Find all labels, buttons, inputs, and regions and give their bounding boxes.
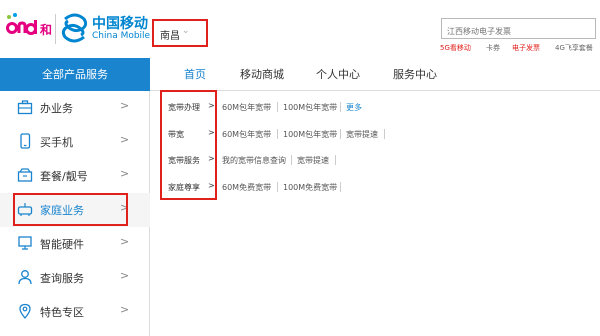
menu-link[interactable]: 60M包年宽带 (222, 102, 271, 113)
tab-mobile-mall[interactable]: 移动商城 (240, 58, 284, 91)
user-search-icon (18, 270, 32, 285)
menu-link[interactable]: 100M包年宽带 (283, 102, 337, 113)
chevron-right-icon: > (120, 235, 130, 248)
chevron-right-icon: > (120, 99, 130, 112)
menu-link[interactable]: 宽带提速 (346, 129, 378, 140)
hotword-link[interactable]: 5G看移动 (440, 43, 471, 53)
package-icon (17, 168, 33, 182)
hotword-link[interactable]: 卡券 (486, 43, 500, 53)
site-header: 和 中国移动 China Mobile 南昌 ⌄ 5G看移动 卡券 电子发票 4… (0, 0, 600, 58)
main-nav: 全部产品服务 首页 移动商城 个人中心 服务中心 (0, 58, 600, 91)
chevron-right-icon: > (120, 133, 130, 146)
link-divider (340, 102, 341, 112)
sidebar-item-buy-phone[interactable]: 买手机 > (0, 125, 150, 159)
tab-service-center[interactable]: 服务中心 (393, 58, 437, 91)
logo-english-text: China Mobile (92, 31, 151, 41)
menu-link[interactable]: 宽带提速 (297, 155, 329, 166)
china-mobile-logo-icon (61, 13, 88, 43)
china-mobile-logo[interactable]: 中国移动 China Mobile (60, 10, 150, 46)
chevron-down-icon: ⌄ (182, 26, 190, 36)
sidebar-item-query-service[interactable]: 查询服务 > (0, 261, 150, 295)
more-link[interactable]: 更多 (346, 102, 362, 113)
tab-home[interactable]: 首页 (184, 58, 206, 91)
menu-row-broadband-apply: 宽带办理 > 60M包年宽带 100M包年宽带 更多 (160, 97, 590, 117)
menu-link[interactable]: 60M包年宽带 (222, 129, 271, 140)
sidebar-item-smart-hardware[interactable]: 智能硬件 > (0, 227, 150, 261)
menu-link[interactable]: 100M免费宽带 (283, 182, 337, 193)
link-divider (384, 129, 385, 139)
logo-divider (55, 14, 56, 44)
menu-row-family-exclusive: 家庭尊享 > 60M免费宽带 100M免费宽带 (160, 177, 590, 197)
sidebar-item-business[interactable]: 办业务 > (0, 91, 150, 125)
highlight-box-family-business (13, 193, 128, 226)
city-label: 南昌 (160, 31, 180, 42)
sidebar-item-label: 买手机 (40, 136, 73, 149)
menu-link[interactable]: 我的宽带信息查询 (222, 155, 286, 166)
hotword-link[interactable]: 4G飞享套餐 (555, 43, 593, 53)
and-logo-icon: 和 (6, 13, 52, 37)
sidebar-item-label: 特色专区 (40, 306, 84, 319)
sidebar-item-featured-zone[interactable]: 特色专区 > (0, 295, 150, 329)
city-selector[interactable]: 南昌 ⌄ (152, 19, 208, 47)
search-box[interactable] (441, 18, 596, 41)
and-logo[interactable]: 和 (4, 10, 54, 46)
chevron-right-icon: > (120, 167, 130, 180)
search-input[interactable] (442, 22, 595, 41)
menu-link[interactable]: 60M免费宽带 (222, 182, 271, 193)
menu-link[interactable]: 100M包年宽带 (283, 129, 337, 140)
phone-icon (20, 133, 31, 149)
link-divider (277, 102, 278, 112)
logo-chinese-text: 中国移动 (92, 16, 148, 32)
sidebar-item-label: 套餐/靓号 (40, 170, 88, 183)
chevron-right-icon: > (120, 303, 130, 316)
svg-text:和: 和 (39, 22, 52, 37)
link-divider (340, 182, 341, 192)
tab-personal-center[interactable]: 个人中心 (316, 58, 360, 91)
menu-row-bandwidth: 带宽 > 60M包年宽带 100M包年宽带 宽带提速 (160, 124, 590, 144)
link-divider (277, 129, 278, 139)
link-divider (291, 155, 292, 165)
all-services-button[interactable]: 全部产品服务 (0, 58, 150, 91)
briefcase-icon (17, 100, 33, 115)
sidebar-item-label: 智能硬件 (40, 238, 84, 251)
smart-device-icon (18, 236, 32, 250)
link-divider (277, 182, 278, 192)
menu-row-broadband-service: 宽带服务 > 我的宽带信息查询 宽带提速 (160, 150, 590, 170)
highlight-box-categories (160, 90, 217, 200)
link-divider (340, 129, 341, 139)
sidebar-item-plans-numbers[interactable]: 套餐/靓号 > (0, 159, 150, 193)
chevron-right-icon: > (120, 269, 130, 282)
hot-search-links: 5G看移动 卡券 电子发票 4G飞享套餐 (440, 43, 600, 55)
sidebar-item-label: 办业务 (40, 102, 73, 115)
hotword-link[interactable]: 电子发票 (512, 43, 540, 53)
location-icon (19, 303, 31, 319)
link-divider (335, 155, 336, 165)
sidebar-item-label: 查询服务 (40, 272, 84, 285)
